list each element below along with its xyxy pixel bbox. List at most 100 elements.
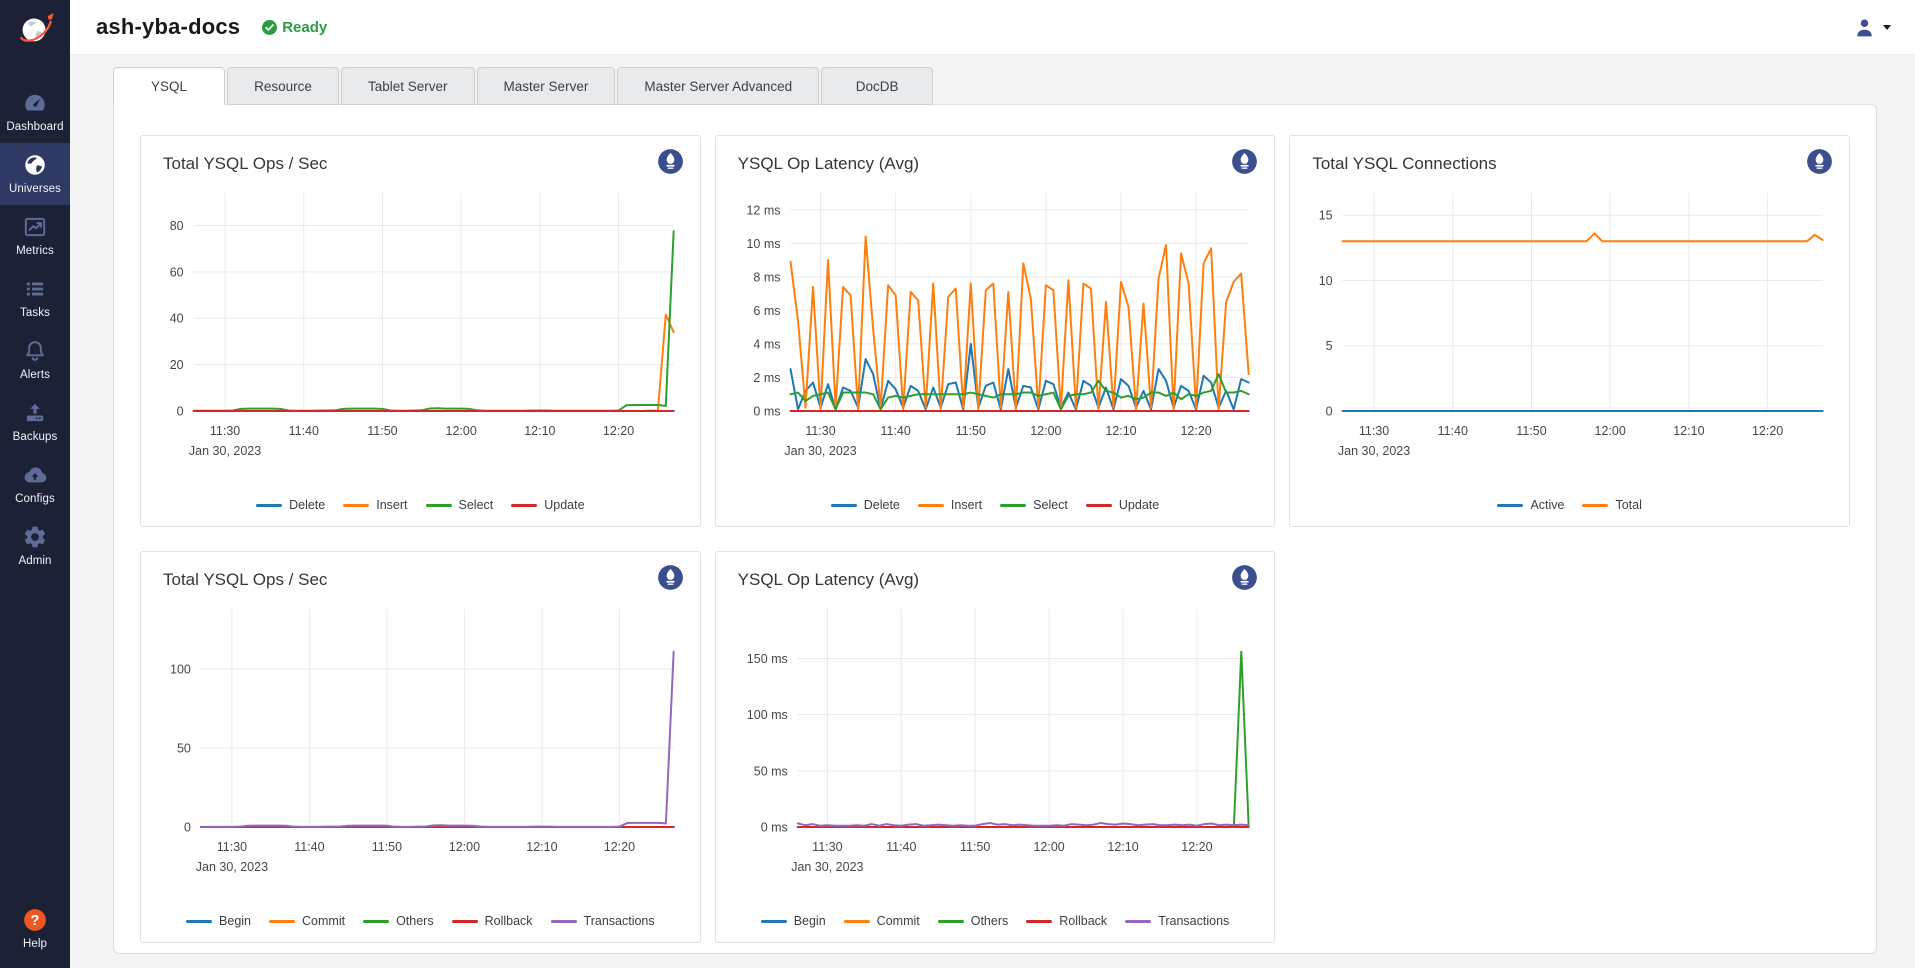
tab-resource[interactable]: Resource <box>227 67 339 105</box>
user-menu[interactable] <box>1853 0 1891 55</box>
legend-swatch <box>551 920 577 923</box>
prometheus-icon[interactable] <box>657 564 684 591</box>
yugabyte-logo-icon <box>14 7 56 49</box>
legend-swatch <box>1000 504 1026 507</box>
legend-label: Delete <box>864 498 900 512</box>
tab-ysql[interactable]: YSQL <box>113 67 225 105</box>
y-tick-label: 150 ms <box>746 652 787 666</box>
grid-lines <box>194 193 674 411</box>
legend-item-insert[interactable]: Insert <box>343 498 407 512</box>
x-tick-label: 11:30 <box>217 840 247 854</box>
x-tick-label: 12:00 <box>1595 424 1626 438</box>
x-tick-label: 12:10 <box>1107 840 1138 854</box>
legend-item-delete[interactable]: Delete <box>256 498 325 512</box>
legend-label: Rollback <box>485 914 533 928</box>
sidebar-item-label: Admin <box>18 555 51 567</box>
legend-swatch <box>511 504 537 507</box>
line-chart[interactable]: 05010011:3011:4011:5012:0012:1012:20Jan … <box>157 597 684 893</box>
tab-tablet-server[interactable]: Tablet Server <box>341 67 475 105</box>
chart-legend: Delete Insert Select Update <box>732 498 1259 518</box>
legend-item-insert[interactable]: Insert <box>918 498 982 512</box>
y-tick-label: 5 <box>1326 339 1333 353</box>
chart-title: Total YSQL Connections <box>1306 148 1496 174</box>
series-line-transactions <box>797 823 1248 826</box>
legend-label: Begin <box>219 914 251 928</box>
prometheus-icon[interactable] <box>1231 564 1258 591</box>
sidebar-item-backups[interactable]: Backups <box>0 391 70 453</box>
legend-item-active[interactable]: Active <box>1497 498 1564 512</box>
content-area: YSQL Resource Tablet Server Master Serve… <box>70 55 1915 968</box>
sidebar-item-alerts[interactable]: Alerts <box>0 329 70 391</box>
sidebar-item-help[interactable]: ? Help <box>0 898 70 960</box>
charts-grid: Total YSQL Ops / Sec 02040608011:3011:40… <box>140 135 1850 943</box>
legend-item-total[interactable]: Total <box>1582 498 1641 512</box>
legend-label: Insert <box>951 498 982 512</box>
x-axis-date-label: Jan 30, 2023 <box>784 444 856 458</box>
legend-item-transactions[interactable]: Transactions <box>1125 914 1229 928</box>
page-header: ash-yba-docs Ready <box>70 0 1915 55</box>
series-line-others <box>797 652 1248 827</box>
legend-label: Delete <box>289 498 325 512</box>
x-tick-label: 12:00 <box>1030 424 1061 438</box>
chart-card-total-ysql-connections: Total YSQL Connections 05101511:3011:401… <box>1289 135 1850 527</box>
x-tick-label: 12:20 <box>603 424 634 438</box>
legend-item-begin[interactable]: Begin <box>761 914 826 928</box>
sidebar-item-metrics[interactable]: Metrics <box>0 205 70 267</box>
x-tick-label: 12:10 <box>1674 424 1705 438</box>
chart-legend: Active Total <box>1306 498 1833 518</box>
chart-legend: Begin Commit Others Rollback Transactions <box>157 914 684 934</box>
line-chart[interactable]: 0 ms2 ms4 ms6 ms8 ms10 ms12 ms11:3011:40… <box>732 181 1259 477</box>
tab-docdb[interactable]: DocDB <box>821 67 933 105</box>
series-lines <box>797 652 1248 827</box>
line-chart[interactable]: 02040608011:3011:4011:5012:0012:1012:20J… <box>157 181 684 477</box>
legend-item-rollback[interactable]: Rollback <box>452 914 533 928</box>
app-logo[interactable] <box>0 0 70 55</box>
sidebar-item-label: Alerts <box>20 369 50 381</box>
legend-item-select[interactable]: Select <box>1000 498 1068 512</box>
legend-item-commit[interactable]: Commit <box>844 914 920 928</box>
legend-swatch <box>269 920 295 923</box>
sidebar-item-configs[interactable]: Configs <box>0 453 70 515</box>
legend-item-commit[interactable]: Commit <box>269 914 345 928</box>
y-tick-label: 20 <box>170 358 184 372</box>
x-tick-label: 11:30 <box>1359 424 1389 438</box>
prometheus-icon[interactable] <box>1231 148 1258 175</box>
x-axis-date-label: Jan 30, 2023 <box>189 444 261 458</box>
line-chart[interactable]: 0 ms50 ms100 ms150 ms11:3011:4011:5012:0… <box>732 597 1259 893</box>
legend-item-select[interactable]: Select <box>426 498 494 512</box>
sidebar-item-dashboard[interactable]: Dashboard <box>0 81 70 143</box>
tab-master-server-advanced[interactable]: Master Server Advanced <box>617 67 819 105</box>
sidebar-item-label: Tasks <box>20 307 50 319</box>
series-lines <box>201 652 674 827</box>
backups-upload-icon <box>22 400 48 426</box>
chart-title: Total YSQL Ops / Sec <box>157 148 327 174</box>
help-icon: ? <box>22 907 48 933</box>
legend-item-delete[interactable]: Delete <box>831 498 900 512</box>
metrics-chart-icon <box>22 214 48 240</box>
check-icon <box>262 20 277 35</box>
y-tick-label: 80 <box>170 219 184 233</box>
legend-item-others[interactable]: Others <box>938 914 1009 928</box>
sidebar-item-label: Metrics <box>16 245 54 257</box>
sidebar-item-admin[interactable]: Admin <box>0 515 70 577</box>
y-tick-label: 0 ms <box>753 405 780 419</box>
legend-item-others[interactable]: Others <box>363 914 434 928</box>
grid-lines <box>797 609 1248 827</box>
y-tick-label: 0 <box>177 405 184 419</box>
legend-item-update[interactable]: Update <box>1086 498 1159 512</box>
legend-label: Commit <box>302 914 345 928</box>
legend-item-rollback[interactable]: Rollback <box>1026 914 1107 928</box>
sidebar-item-label: Configs <box>15 493 55 505</box>
legend-item-begin[interactable]: Begin <box>186 914 251 928</box>
sidebar-item-universes[interactable]: Universes <box>0 143 70 205</box>
legend-item-transactions[interactable]: Transactions <box>551 914 655 928</box>
x-tick-label: 12:10 <box>524 424 555 438</box>
sidebar-item-tasks[interactable]: Tasks <box>0 267 70 329</box>
prometheus-icon[interactable] <box>657 148 684 175</box>
line-chart[interactable]: 05101511:3011:4011:5012:0012:1012:20Jan … <box>1306 181 1833 477</box>
tab-master-server[interactable]: Master Server <box>477 67 616 105</box>
legend-item-update[interactable]: Update <box>511 498 584 512</box>
prometheus-icon[interactable] <box>1806 148 1833 175</box>
legend-swatch <box>1026 920 1052 923</box>
user-icon <box>1853 16 1876 39</box>
